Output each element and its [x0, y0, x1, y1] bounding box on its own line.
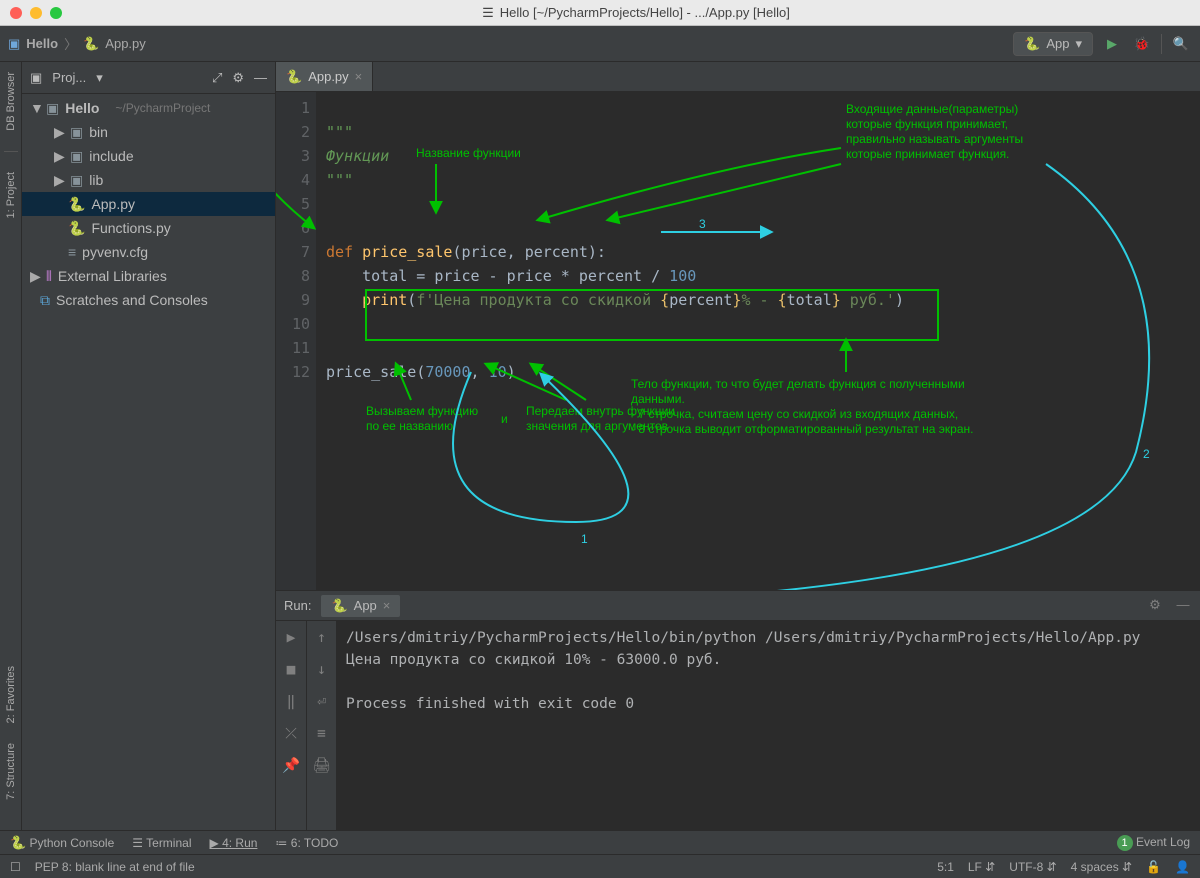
- editor-tabs: 🐍 App.py ×: [276, 62, 1200, 92]
- annotation-arrows: [316, 92, 1196, 590]
- annotation-body: Тело функции, то что будет делать функци…: [631, 377, 1151, 437]
- project-panel: ▣ Proj... ▾ ⤢ ⚙ — ▼▣Hello ~/PycharmProje…: [22, 62, 276, 830]
- project-tool-label: Proj...: [52, 70, 86, 85]
- editor-area: 🐍 App.py × 123456789101112 """ Функции "…: [276, 62, 1200, 830]
- annotation-args: Входящие данные(параметры) которые функц…: [846, 102, 1023, 162]
- breadcrumb[interactable]: ▣ Hello 〉 🐍 App.py: [8, 34, 146, 53]
- print-icon[interactable]: 🖨: [313, 755, 331, 773]
- python-console-tool[interactable]: 🐍 Python Console: [10, 835, 114, 851]
- tree-folder-lib[interactable]: ▶▣lib: [22, 168, 275, 192]
- annotation-pass: Передаем внутрь функции значения для арг…: [526, 404, 675, 434]
- window-title: ☰ Hello [~/PycharmProjects/Hello] - .../…: [72, 5, 1200, 21]
- exit-icon[interactable]: ⤫: [282, 723, 300, 741]
- annotation-num-2: 2: [1143, 447, 1150, 462]
- status-bar: ☐ PEP 8: blank line at end of file 5:1 L…: [0, 854, 1200, 878]
- annotation-num-1: 1: [581, 532, 588, 547]
- scroll-icon[interactable]: ≡: [313, 723, 331, 741]
- down-icon[interactable]: ↓: [313, 659, 331, 677]
- collapse-icon[interactable]: ⤢: [212, 70, 222, 86]
- tree-folder-bin[interactable]: ▶▣bin: [22, 120, 275, 144]
- file-encoding[interactable]: UTF-8 ⇵: [1009, 860, 1056, 874]
- tree-scratches[interactable]: ⧉Scratches and Consoles: [22, 288, 275, 312]
- run-controls-left: ▶ ■ ‖ ⤫ 📌: [276, 621, 306, 830]
- search-button[interactable]: 🔍: [1170, 33, 1192, 55]
- main-toolbar: ▣ Hello 〉 🐍 App.py 🐍 App ▾ ▶ 🐞 🔍: [0, 26, 1200, 62]
- annotation-num-3: 3: [699, 217, 706, 232]
- breadcrumb-file: App.py: [105, 36, 145, 51]
- inspections-icon[interactable]: 👤: [1175, 860, 1190, 874]
- run-tool[interactable]: ▶ 4: Run: [210, 836, 258, 850]
- caret-position[interactable]: 5:1: [937, 860, 954, 874]
- maximize-window-icon[interactable]: [50, 7, 62, 19]
- run-controls-right: ↑ ↓ ⏎ ≡ 🖨: [306, 621, 336, 830]
- run-panel-header: Run: 🐍App× ⚙ —: [276, 591, 1200, 621]
- tab-label: App.py: [308, 69, 348, 84]
- project-tool-icon: ▣: [30, 70, 42, 86]
- folder-icon: ▣: [8, 36, 20, 52]
- left-tool-strip: DB Browser 1: Project 2: Favorites 7: St…: [0, 62, 22, 830]
- close-window-icon[interactable]: [10, 7, 22, 19]
- tree-external-libs[interactable]: ▶⫴External Libraries: [22, 264, 275, 288]
- event-log[interactable]: 1 Event Log: [1117, 835, 1190, 851]
- run-label: Run:: [284, 598, 311, 613]
- project-panel-header: ▣ Proj... ▾ ⤢ ⚙ —: [22, 62, 275, 94]
- app-icon: ☰: [482, 5, 494, 21]
- todo-tool[interactable]: ≔ 6: TODO: [275, 836, 338, 850]
- tree-file-pyvenv[interactable]: ≡pyvenv.cfg: [22, 240, 275, 264]
- structure-tool[interactable]: 7: Structure: [5, 743, 17, 800]
- pin-icon[interactable]: 📌: [282, 755, 300, 773]
- tool-window-bar: 🐍 Python Console ☰ Terminal ▶ 4: Run ≔ 6…: [0, 830, 1200, 854]
- debug-button[interactable]: 🐞: [1131, 33, 1153, 55]
- tree-file-functions[interactable]: 🐍Functions.py: [22, 216, 275, 240]
- minimize-icon[interactable]: —: [254, 70, 267, 85]
- indent-settings[interactable]: 4 spaces ⇵: [1071, 860, 1132, 874]
- run-config-name: App: [1046, 36, 1069, 51]
- chevron-down-icon[interactable]: ▾: [96, 70, 103, 86]
- favorites-tool[interactable]: 2: Favorites: [5, 666, 17, 723]
- titlebar: ☰ Hello [~/PycharmProjects/Hello] - .../…: [0, 0, 1200, 26]
- stop-button[interactable]: ■: [282, 659, 300, 677]
- tab-close-icon[interactable]: ×: [355, 69, 363, 84]
- project-tool[interactable]: 1: Project: [5, 172, 17, 218]
- window-controls: [0, 7, 72, 19]
- ide-status-icon[interactable]: ☐: [10, 860, 21, 874]
- annotation-and: и: [501, 412, 508, 427]
- line-gutter: 123456789101112: [276, 92, 316, 590]
- project-tree: ▼▣Hello ~/PycharmProject ▶▣bin ▶▣include…: [22, 94, 275, 830]
- minimize-window-icon[interactable]: [30, 7, 42, 19]
- up-icon[interactable]: ↑: [313, 627, 331, 645]
- lock-icon[interactable]: 🔓: [1146, 860, 1161, 874]
- editor-tab-app[interactable]: 🐍 App.py ×: [276, 62, 373, 91]
- run-panel: Run: 🐍App× ⚙ — ▶ ■ ‖ ⤫ 📌 ↑: [276, 590, 1200, 830]
- line-separator[interactable]: LF ⇵: [968, 860, 995, 874]
- tree-root[interactable]: ▼▣Hello ~/PycharmProject: [22, 96, 275, 120]
- code-editor[interactable]: 123456789101112 """ Функции """ def pric…: [276, 92, 1200, 590]
- run-output[interactable]: /Users/dmitriy/PycharmProjects/Hello/bin…: [336, 621, 1200, 830]
- code-body[interactable]: """ Функции """ def price_sale(price, pe…: [316, 92, 1200, 590]
- tree-folder-include[interactable]: ▶▣include: [22, 144, 275, 168]
- tree-file-app[interactable]: 🐍App.py: [22, 192, 275, 216]
- python-icon: 🐍: [83, 36, 99, 52]
- chevron-down-icon: ▾: [1075, 36, 1082, 52]
- pause-icon[interactable]: ‖: [282, 691, 300, 709]
- gear-icon[interactable]: ⚙: [232, 70, 244, 86]
- breadcrumb-project: Hello: [26, 36, 58, 51]
- python-icon: 🐍: [1024, 36, 1040, 52]
- python-icon: 🐍: [286, 69, 302, 85]
- status-message: PEP 8: blank line at end of file: [35, 860, 195, 874]
- annotation-call: Вызываем функцию по ее названию: [366, 404, 478, 434]
- annotation-fn-name: Название функции: [416, 146, 521, 161]
- run-tab[interactable]: 🐍App×: [321, 595, 400, 617]
- gear-icon[interactable]: ⚙: [1146, 597, 1164, 615]
- run-button[interactable]: ▶: [1101, 33, 1123, 55]
- minimize-icon[interactable]: —: [1174, 597, 1192, 615]
- rerun-button[interactable]: ▶: [282, 627, 300, 645]
- wrap-icon[interactable]: ⏎: [313, 691, 331, 709]
- terminal-tool[interactable]: ☰ Terminal: [132, 836, 191, 850]
- run-config-dropdown[interactable]: 🐍 App ▾: [1013, 32, 1093, 56]
- db-browser-tool[interactable]: DB Browser: [5, 72, 17, 131]
